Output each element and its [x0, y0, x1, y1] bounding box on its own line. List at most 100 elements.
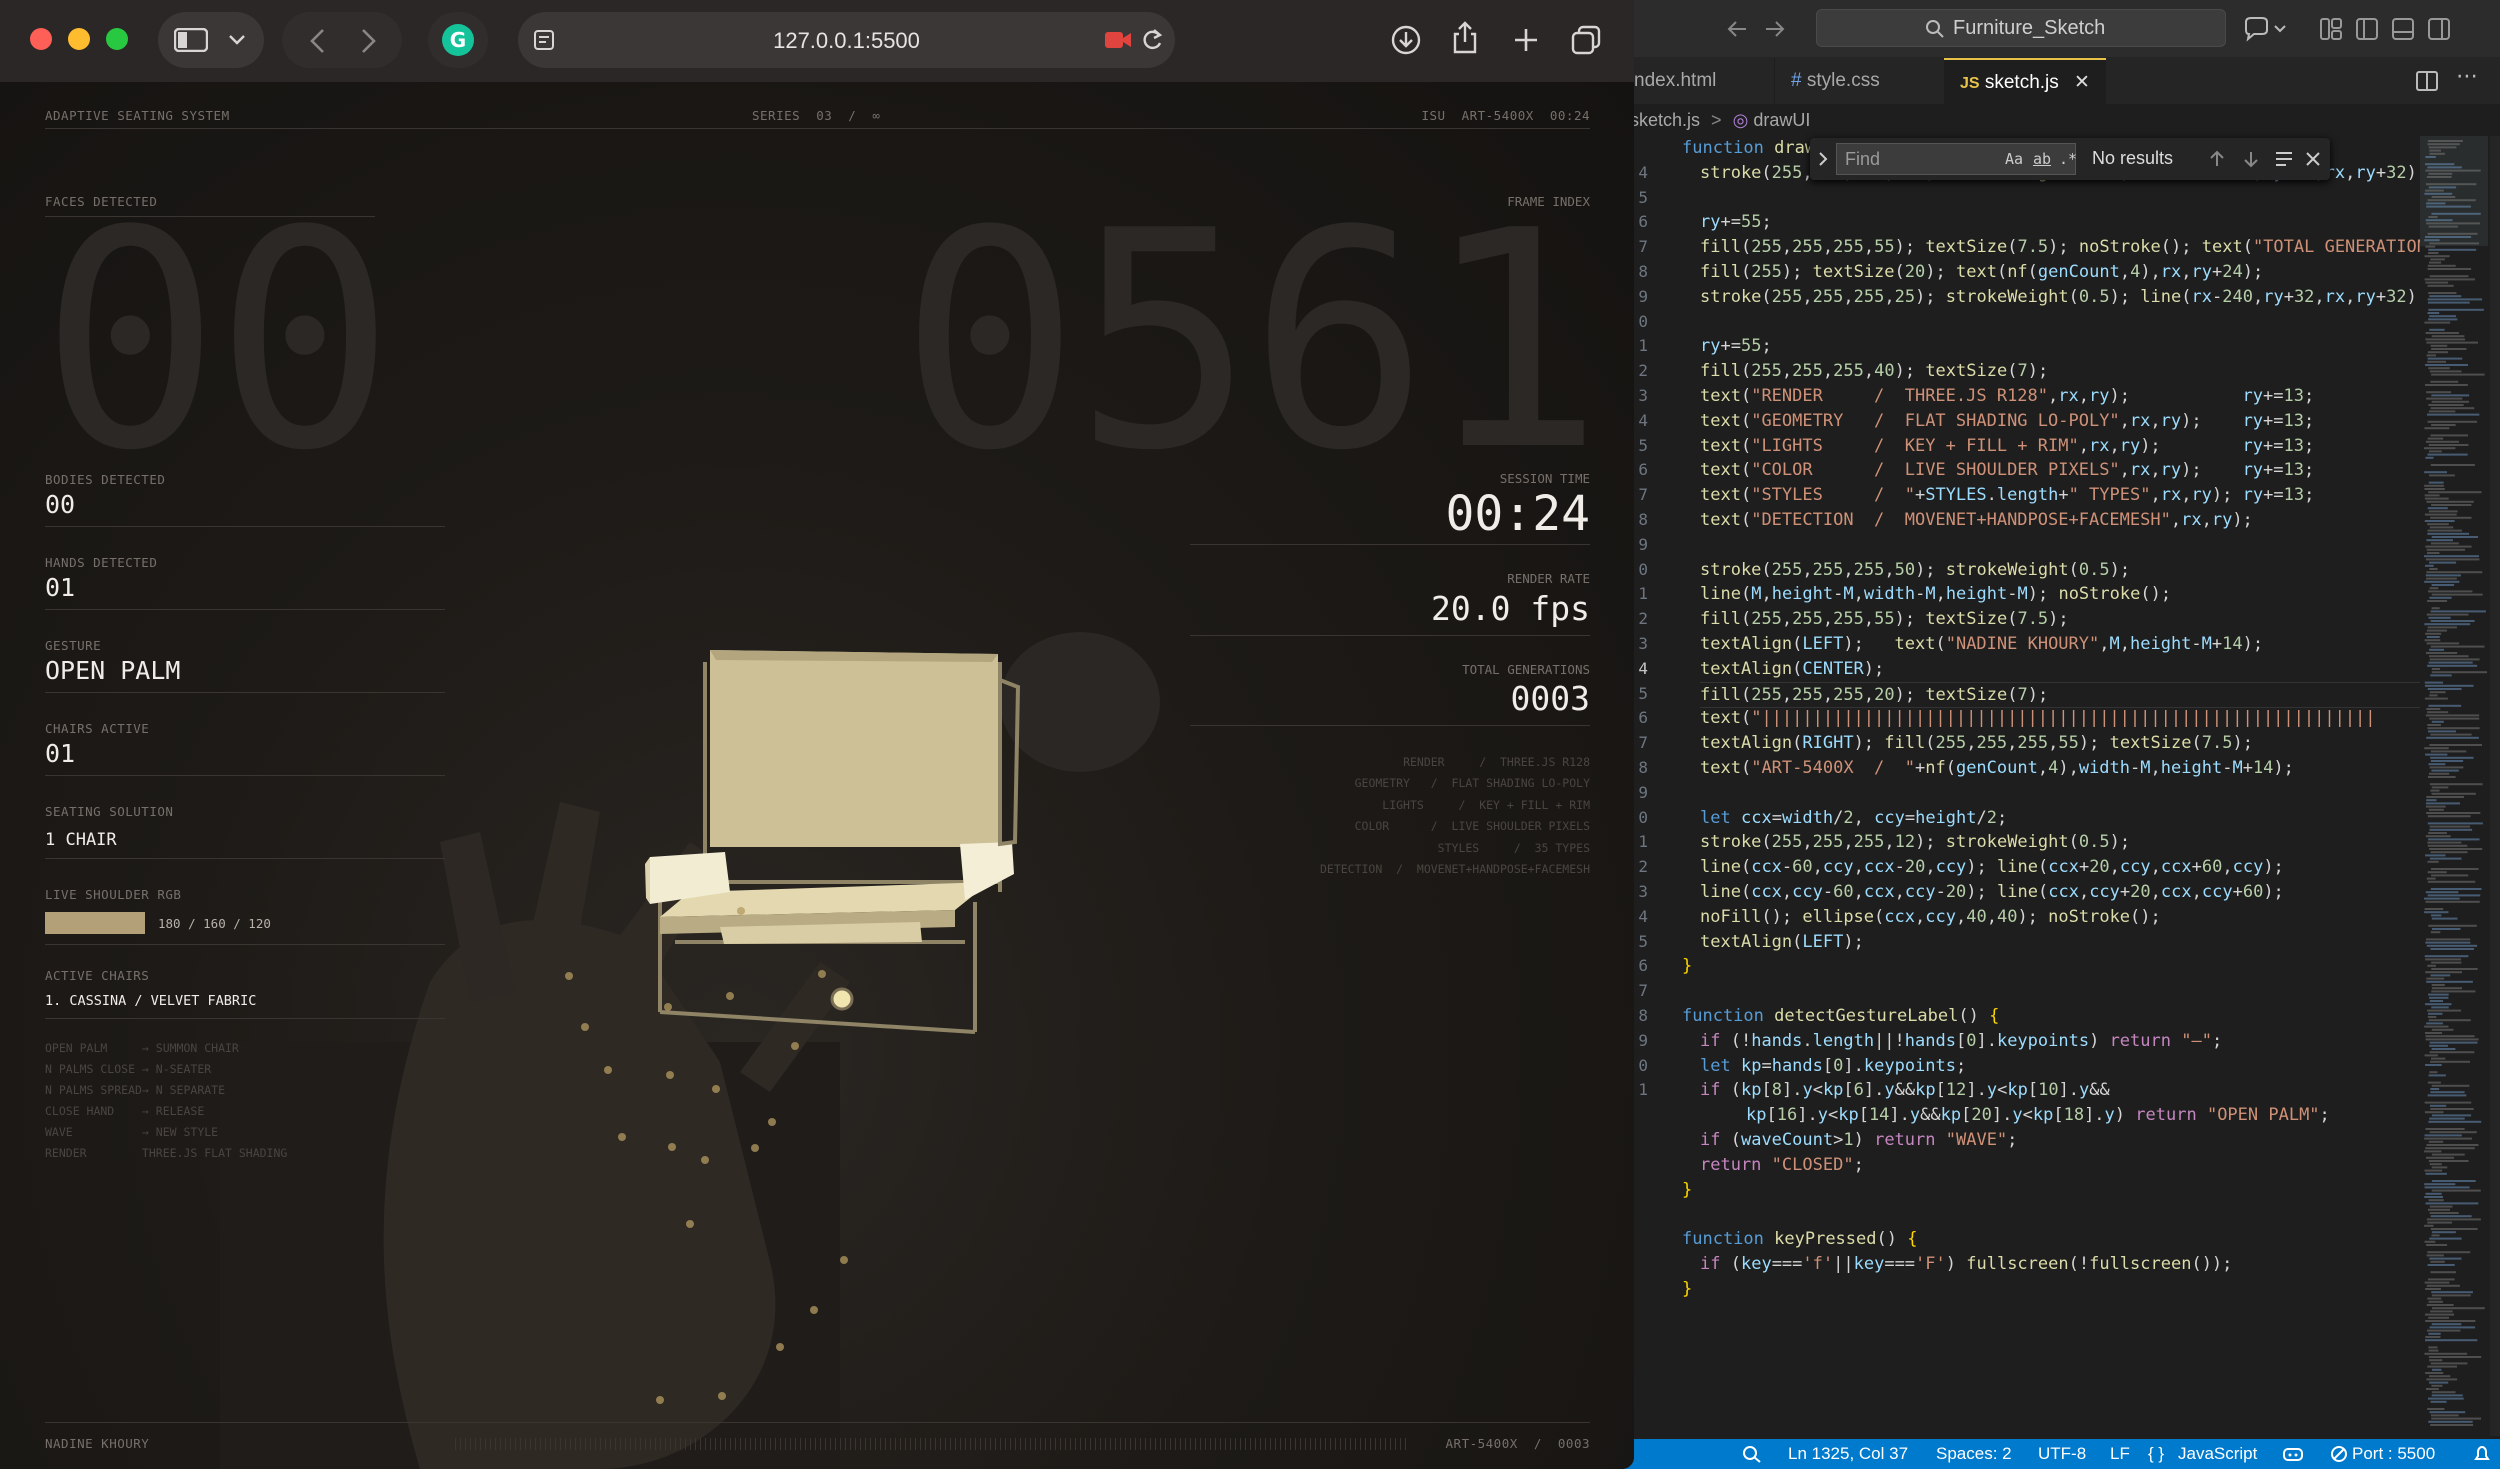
line-ending[interactable]: LF — [2110, 1439, 2130, 1469]
code-line: let ccx=width/2, ccy=height/2; — [1700, 807, 2008, 828]
code-line: stroke(255,255,255,50); strokeWeight(0.5… — [1700, 559, 2131, 580]
toggle-secondary-sidebar-icon[interactable] — [2428, 18, 2450, 40]
more-actions-icon[interactable]: ⋯ — [2456, 64, 2478, 89]
code-line: text("RENDER / THREE.JS R128",rx,ry); ry… — [1700, 386, 2315, 406]
forward-icon[interactable] — [1764, 18, 1786, 40]
code-line: text("DETECTION / MOVENET+HANDPOSE+FACEM… — [1700, 510, 2253, 530]
whole-word-toggle[interactable]: ab — [2033, 150, 2051, 168]
close-tab-icon[interactable]: ✕ — [2074, 60, 2090, 106]
function-symbol-icon: ◎ — [1732, 110, 1749, 130]
footer-author: NADINE KHOURY — [45, 1436, 150, 1451]
language-mode[interactable]: JavaScript — [2178, 1439, 2257, 1469]
new-tab-icon[interactable] — [1512, 26, 1540, 54]
editor-tabs: ndex.html # style.css JS sketch.js ✕ ⋯ — [1610, 58, 2500, 104]
code-editor-window: Furniture_Sketch ndex.html # style.css J… — [1610, 0, 2500, 1469]
cursor-position[interactable]: Ln 1325, Col 37 — [1788, 1439, 1908, 1469]
address-bar[interactable]: 127.0.0.1:5500 — [518, 12, 1175, 68]
find-placeholder: Find — [1845, 149, 1881, 169]
tab-style-css[interactable]: # style.css — [1774, 58, 1944, 104]
tab-index-html[interactable]: ndex.html — [1634, 58, 1774, 104]
sidebar-toggle-group[interactable] — [158, 12, 264, 68]
regex-toggle[interactable]: .* — [2059, 150, 2077, 168]
code-line: let kp=hands[0].keypoints; — [1700, 1055, 1967, 1076]
browser-toolbar: G 127.0.0.1:5500 — [0, 0, 1634, 82]
chevron-right-icon[interactable] — [1816, 151, 1830, 167]
sidebar-icon[interactable] — [174, 28, 208, 52]
previous-match-icon[interactable] — [2208, 150, 2226, 168]
find-in-selection-icon[interactable] — [2274, 150, 2294, 168]
breadcrumb-file[interactable]: sketch.js — [1630, 110, 1700, 130]
code-line: } — [1682, 1278, 1693, 1299]
code-line: text("LIGHTS / KEY + FILL + RIM",rx,ry);… — [1700, 435, 2315, 456]
code-line: if (kp[8].y<kp[6].y&&kp[12].y<kp[10].y&& — [1700, 1080, 2110, 1101]
code-line: noFill(); ellipse(ccx,ccy,40,40); noStro… — [1700, 906, 2161, 927]
reload-icon[interactable] — [1140, 27, 1164, 53]
browser-window: G 127.0.0.1:5500 ADAPTIVE SEATING SYSTEM… — [0, 0, 1634, 1469]
close-find-icon[interactable] — [2304, 150, 2322, 168]
zoom-icon[interactable] — [1742, 1445, 1762, 1463]
code-line: stroke(255,255,255,12); strokeWeight(0.5… — [1700, 832, 2131, 853]
code-line: fill(255,255,255,55); textSize(7.5); noS… — [1700, 237, 2420, 258]
tab-overview-icon[interactable] — [1570, 24, 1602, 56]
next-match-icon[interactable] — [2242, 150, 2260, 168]
code-line: textAlign(LEFT); — [1700, 931, 1864, 952]
tab-label: sketch.js — [1984, 72, 2059, 93]
live-server-port[interactable]: Port : 5500 — [2352, 1439, 2435, 1469]
url-text[interactable]: 127.0.0.1:5500 — [518, 28, 1175, 54]
forward-icon[interactable] — [358, 28, 378, 54]
js-file-icon: JS — [1960, 75, 1980, 92]
vertical-scrollbar[interactable] — [2490, 136, 2500, 1436]
code-line: if (key==='f'||key==='F') fullscreen(!fu… — [1700, 1254, 2233, 1274]
code-line: fill(255,255,255,40); textSize(7); — [1700, 361, 2049, 382]
tab-label: ndex.html — [1634, 70, 1717, 91]
match-case-toggle[interactable]: Aa — [2005, 150, 2023, 168]
camera-recording-icon[interactable] — [1104, 30, 1132, 50]
code-area[interactable]: 45678901234567890123456789012345678901 f… — [1610, 136, 2420, 1436]
copilot-icon[interactable] — [2242, 16, 2290, 42]
share-icon[interactable] — [1450, 20, 1480, 56]
download-icon[interactable] — [1390, 24, 1422, 56]
code-line: function keyPressed() { — [1682, 1229, 1918, 1250]
notifications-icon[interactable] — [2472, 1445, 2492, 1463]
indentation[interactable]: Spaces: 2 — [1936, 1439, 2012, 1469]
search-icon — [1926, 20, 1944, 38]
port-icon — [2331, 1446, 2347, 1462]
webcam-canvas: ADAPTIVE SEATING SYSTEM SERIES 03 / ∞ IS… — [0, 82, 1634, 1469]
back-icon[interactable] — [308, 28, 328, 54]
status-bar: 0 Ln 1325, Col 37 Spaces: 2 UTF-8 LF { }… — [1610, 1439, 2500, 1469]
code-line-current: fill(255,255,255,20); textSize(7); — [1700, 681, 2420, 709]
code-line: } — [1682, 1179, 1693, 1200]
code-line: fill(255,255,255,55); textSize(7.5); — [1700, 609, 2069, 630]
code-line: text("COLOR / LIVE SHOULDER PIXELS",rx,r… — [1700, 460, 2315, 481]
layout-icon[interactable] — [2320, 18, 2342, 40]
zoom-window-button[interactable] — [106, 28, 128, 50]
code-line: textAlign(RIGHT); fill(255,255,255,55); … — [1700, 733, 2253, 754]
footer-id: ART-5400X / 0003 — [1445, 1436, 1590, 1451]
grammarly-icon[interactable]: G — [440, 22, 476, 58]
back-icon[interactable] — [1726, 18, 1748, 40]
tab-sketch-js[interactable]: JS sketch.js ✕ — [1944, 58, 2106, 104]
find-input[interactable]: Find Aa ab .* — [1836, 143, 2077, 175]
toggle-sidebar-icon[interactable] — [2356, 18, 2378, 40]
code-line: textAlign(CENTER); — [1700, 658, 1885, 679]
encoding[interactable]: UTF-8 — [2038, 1439, 2086, 1469]
tab-label: style.css — [1806, 70, 1880, 91]
code-line: if (!hands.length||!hands[0].keypoints) … — [1700, 1030, 2223, 1051]
command-center-search[interactable]: Furniture_Sketch — [1816, 9, 2226, 47]
footer-tick-bar — [455, 1438, 1410, 1450]
minimap[interactable] — [2420, 136, 2488, 1436]
split-editor-icon[interactable] — [2416, 71, 2438, 91]
copilot-status-icon[interactable] — [2282, 1446, 2304, 1462]
code-line: function detectGestureLabel() { — [1682, 1006, 2000, 1026]
code-line: ry+=55; — [1700, 212, 1772, 233]
chevron-down-icon[interactable] — [228, 33, 246, 47]
code-line: if (waveCount>1) return "WAVE"; — [1700, 1130, 2018, 1150]
breadcrumb-function[interactable]: drawUI — [1753, 110, 1810, 130]
close-window-button[interactable] — [30, 28, 52, 50]
toggle-panel-icon[interactable] — [2392, 18, 2414, 40]
code-line: line(ccx-60,ccy,ccx-20,ccy); line(ccx+20… — [1700, 857, 2284, 878]
code-line: } — [1682, 956, 1693, 977]
breadcrumb-separator: > — [1711, 110, 1722, 130]
grammarly-extension[interactable]: G — [428, 12, 488, 68]
minimize-window-button[interactable] — [68, 28, 90, 50]
